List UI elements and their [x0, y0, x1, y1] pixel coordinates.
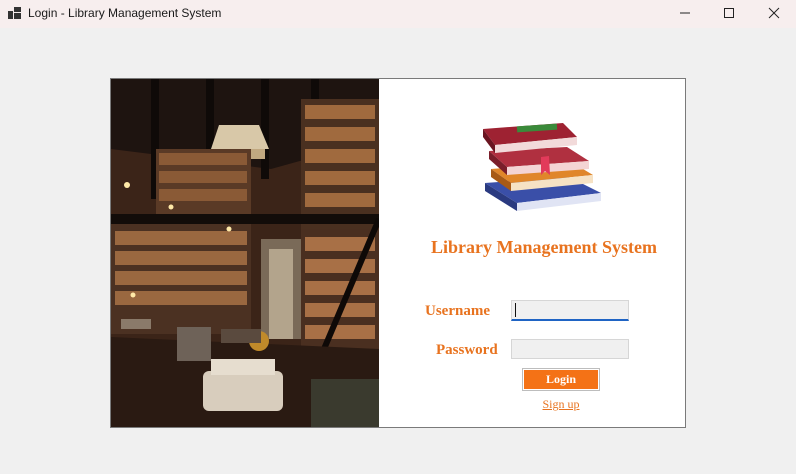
- close-icon: [768, 7, 780, 19]
- minimize-button[interactable]: [662, 0, 708, 26]
- library-interior-photo: [111, 79, 379, 427]
- app-icon: [8, 7, 21, 19]
- title-bar[interactable]: Login - Library Management System: [0, 0, 796, 28]
- sign-up-link[interactable]: Sign up: [541, 397, 581, 412]
- text-caret: [515, 303, 516, 317]
- login-button[interactable]: Login: [522, 368, 600, 391]
- app-title: Library Management System: [431, 237, 657, 257]
- minimize-icon: [680, 12, 690, 14]
- maximize-icon: [724, 8, 734, 18]
- login-panel: Library Management System Username Passw…: [110, 78, 686, 428]
- username-input[interactable]: [511, 300, 629, 321]
- username-label: Username: [425, 303, 490, 319]
- close-button[interactable]: [751, 0, 796, 26]
- password-input[interactable]: [511, 339, 629, 359]
- maximize-button[interactable]: [706, 0, 752, 26]
- password-label: Password: [436, 342, 498, 358]
- window-title: Login - Library Management System: [28, 6, 222, 20]
- stacked-books-logo: [477, 117, 607, 217]
